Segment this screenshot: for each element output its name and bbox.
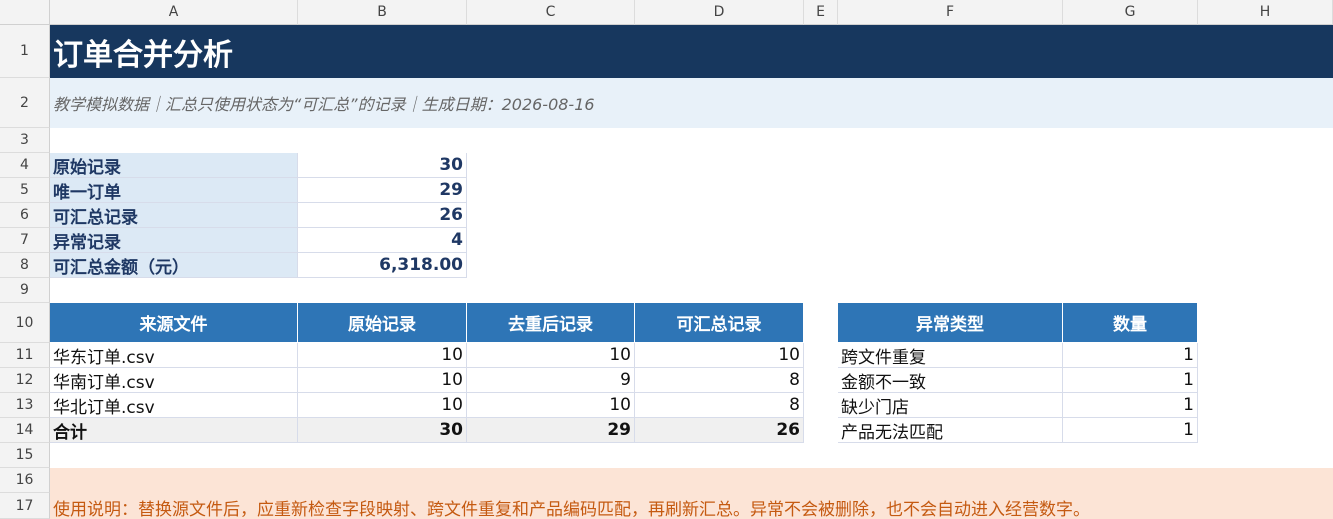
row-header-15[interactable]: 15 [0,443,50,468]
exception-table-cell[interactable]: 1 [1063,368,1198,393]
source-table-cell[interactable]: 华北订单.csv [50,393,298,418]
source-table-header-dedup[interactable]: 去重后记录 [467,303,635,343]
exception-table-cell[interactable]: 1 [1063,393,1198,418]
summary-value-exception-records[interactable]: 4 [298,228,467,253]
row-header-2[interactable]: 2 [0,78,50,128]
source-table-cell[interactable]: 华东订单.csv [50,343,298,368]
source-table-cell[interactable]: 华南订单.csv [50,368,298,393]
summary-label-summable-amount[interactable]: 可汇总金额（元） [50,253,298,278]
column-header-g[interactable]: G [1063,0,1198,25]
summary-value-summable-records[interactable]: 26 [298,203,467,228]
source-table-total-label[interactable]: 合计 [50,418,298,443]
exception-table-cell[interactable]: 金额不一致 [838,368,1063,393]
column-header-b[interactable]: B [298,0,467,25]
row-header-9[interactable]: 9 [0,278,50,303]
row-header-3[interactable]: 3 [0,128,50,153]
row-header-16[interactable]: 16 [0,468,50,493]
column-header-f[interactable]: F [838,0,1063,25]
source-table-total-dedup[interactable]: 29 [467,418,635,443]
summary-label-unique-orders[interactable]: 唯一订单 [50,178,298,203]
summary-label-exception-records[interactable]: 异常记录 [50,228,298,253]
summary-value-summable-amount[interactable]: 6,318.00 [298,253,467,278]
column-header-c[interactable]: C [467,0,635,25]
sheet-title[interactable]: 订单合并分析 [50,25,1333,78]
row-header-17[interactable]: 17 [0,493,50,519]
column-header-a[interactable]: A [50,0,298,25]
column-header-h[interactable]: H [1198,0,1333,25]
source-table-total-raw[interactable]: 30 [298,418,467,443]
row-header-11[interactable]: 11 [0,343,50,368]
source-table-cell[interactable]: 10 [467,343,635,368]
source-table-cell[interactable]: 10 [298,393,467,418]
exception-table-cell[interactable]: 缺少门店 [838,393,1063,418]
exception-table-header-type[interactable]: 异常类型 [838,303,1063,343]
row-header-10[interactable]: 10 [0,303,50,343]
exception-table-cell[interactable]: 产品无法匹配 [838,418,1063,443]
column-header-d[interactable]: D [635,0,804,25]
source-table-cell[interactable]: 10 [298,368,467,393]
source-table-header-summable[interactable]: 可汇总记录 [635,303,804,343]
summary-label-summable-records[interactable]: 可汇总记录 [50,203,298,228]
usage-note[interactable]: 使用说明：替换源文件后，应重新检查字段映射、跨文件重复和产品编码匹配，再刷新汇总… [50,495,1333,519]
row-header-8[interactable]: 8 [0,253,50,278]
row-header-14[interactable]: 14 [0,418,50,443]
source-table-cell[interactable]: 8 [635,393,804,418]
exception-table-cell[interactable]: 1 [1063,343,1198,368]
exception-table-cell[interactable]: 跨文件重复 [838,343,1063,368]
row-header-5[interactable]: 5 [0,178,50,203]
summary-value-unique-orders[interactable]: 29 [298,178,467,203]
source-table-total-summable[interactable]: 26 [635,418,804,443]
source-table-cell[interactable]: 10 [467,393,635,418]
row-header-1[interactable]: 1 [0,25,50,78]
source-table-header-raw[interactable]: 原始记录 [298,303,467,343]
source-table-cell[interactable]: 9 [467,368,635,393]
source-table-cell[interactable]: 10 [298,343,467,368]
exception-table-header-count[interactable]: 数量 [1063,303,1198,343]
summary-value-raw-records[interactable]: 30 [298,153,467,178]
select-all-corner[interactable] [0,0,50,25]
row-header-6[interactable]: 6 [0,203,50,228]
column-header-e[interactable]: E [804,0,838,25]
source-table-header-file[interactable]: 来源文件 [50,303,298,343]
exception-table-cell[interactable]: 1 [1063,418,1198,443]
row-header-7[interactable]: 7 [0,228,50,253]
row-header-4[interactable]: 4 [0,153,50,178]
sheet-subtitle[interactable]: 教学模拟数据｜汇总只使用状态为“可汇总”的记录｜生成日期：2026-08-16 [50,78,1333,128]
row-header-12[interactable]: 12 [0,368,50,393]
source-table-cell[interactable]: 8 [635,368,804,393]
summary-label-raw-records[interactable]: 原始记录 [50,153,298,178]
source-table-cell[interactable]: 10 [635,343,804,368]
row-header-13[interactable]: 13 [0,393,50,418]
